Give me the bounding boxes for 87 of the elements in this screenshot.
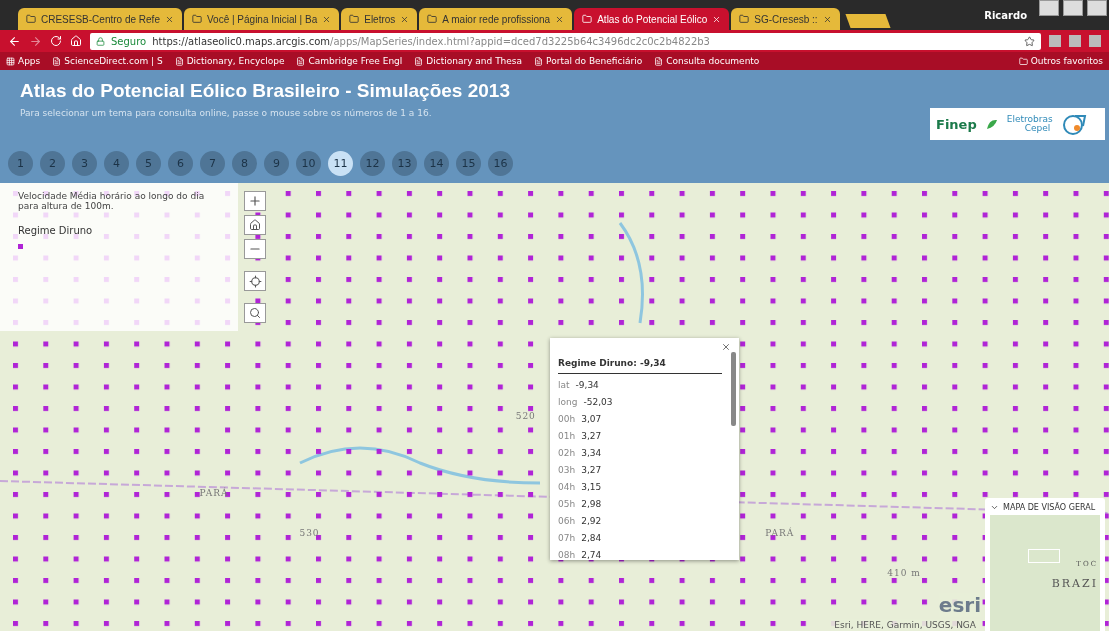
- star-icon[interactable]: [1024, 35, 1035, 47]
- bookmark-link[interactable]: Cambridge Free Engl: [296, 56, 403, 66]
- home-icon[interactable]: [70, 35, 82, 47]
- field-value: 3,27: [581, 431, 602, 442]
- field-label: lat: [558, 380, 570, 391]
- bookmark-link[interactable]: Consulta documento: [654, 56, 760, 66]
- field-label: 07h: [558, 533, 576, 544]
- minimize-button[interactable]: [1039, 0, 1059, 16]
- lock-icon: [96, 36, 105, 46]
- eletrobras-logo: Eletrobras Cepel: [1006, 115, 1053, 133]
- browser-tab[interactable]: Você | Página Inicial | Ba: [183, 8, 340, 30]
- field-label: 01h: [558, 431, 576, 442]
- field-value: -52,03: [583, 397, 613, 408]
- popup-title: Regime Diruno: -9,34: [558, 358, 722, 374]
- plus-icon: [248, 194, 262, 208]
- field-value: 2,84: [581, 533, 602, 544]
- map-attribution: Esri, HERE, Garmin, USGS, NGA: [831, 619, 979, 631]
- apps-grid-icon: [6, 56, 15, 66]
- field-label: 05h: [558, 499, 576, 510]
- field-value: 2,92: [581, 516, 602, 527]
- back-icon[interactable]: [8, 34, 21, 48]
- close-icon[interactable]: [555, 14, 565, 24]
- field-value: 2,74: [581, 550, 602, 560]
- secure-label: Seguro: [111, 35, 147, 47]
- map-label: 410 m: [887, 568, 921, 579]
- search-icon: [249, 307, 261, 319]
- close-icon[interactable]: [322, 14, 332, 24]
- crosshair-icon: [248, 274, 262, 288]
- field-value: 3,15: [581, 482, 602, 493]
- browser-tab[interactable]: SG-Cresesb ::: [731, 8, 840, 30]
- forward-icon[interactable]: [29, 34, 42, 48]
- field-label: long: [558, 397, 578, 408]
- bookmark-link[interactable]: Apps: [6, 56, 41, 66]
- close-icon[interactable]: [822, 14, 832, 24]
- field-value: 2,98: [581, 499, 602, 510]
- bookmark-link[interactable]: ScienceDirect.com | S: [52, 56, 163, 66]
- field-value: -9,34: [575, 380, 599, 391]
- page-subtitle: Para selecionar um tema para consulta online, passe o mouse sobre os números de 1 a 16.: [20, 108, 433, 118]
- field-value: 3,07: [581, 414, 602, 425]
- new-tab-button[interactable]: [845, 14, 891, 28]
- bookmark-folder[interactable]: Outros favoritos: [1018, 56, 1103, 66]
- finep-logo: Finep: [936, 116, 977, 132]
- field-label: 02h: [558, 448, 576, 459]
- close-button[interactable]: [721, 342, 731, 352]
- address-field[interactable]: Seguro https://atlaseolic0.maps.arcgis.com/apps/MapSeries/index.html?appid=dced7d3225b64c3496dc2c0c2b4822b3: [90, 32, 1041, 50]
- map-label: 530: [299, 527, 320, 538]
- leaf-icon: [984, 117, 999, 131]
- home-button[interactable]: [244, 215, 266, 235]
- field-value: 3,27: [581, 465, 602, 476]
- search-button[interactable]: [244, 303, 266, 323]
- close-icon[interactable]: [400, 14, 410, 24]
- scrollbar-thumb[interactable]: [731, 352, 736, 426]
- field-value: 3,34: [581, 448, 602, 459]
- reload-icon[interactable]: [50, 35, 62, 47]
- page-title: Atlas do Potencial Eólico Brasileiro - Simulações 2013: [20, 80, 511, 102]
- close-icon: [721, 342, 731, 352]
- field-label: 03h: [558, 465, 576, 476]
- browser-tab[interactable]: Atlas do Potencial Eólico: [574, 8, 730, 30]
- chevron-icon: [990, 503, 999, 512]
- map-label: 520: [515, 411, 536, 422]
- map-label: PARÁ: [765, 527, 795, 538]
- legend-title: Regime Diruno: [18, 225, 94, 236]
- theme-number-button[interactable]: 11: [328, 151, 353, 176]
- folder-icon: [1018, 56, 1028, 66]
- browser-tab[interactable]: Eletros: [341, 8, 418, 30]
- close-icon[interactable]: [164, 14, 174, 24]
- profile-name[interactable]: Ricardo: [974, 9, 1037, 21]
- url-text: https://atlaseolic0.maps.arcgis.com/apps/MapSeries/index.html?appid=dced7d3225b64c3496dc2c0c2b4822b3: [152, 35, 710, 47]
- bookmark-link[interactable]: Dictionary and Thesa: [414, 56, 523, 66]
- browser-tab[interactable]: CRESESB-Centro de Refe: [18, 8, 182, 30]
- overview-toggle[interactable]: MAPA DE VISÃO GERAL: [990, 503, 1100, 512]
- locate-button[interactable]: [244, 271, 266, 291]
- home-icon: [249, 219, 261, 231]
- legend-description: Velocidade Média horário ao longo do dia para altura de 100m.: [18, 191, 206, 211]
- globe-arrow-icon: [1060, 112, 1087, 136]
- map-label: PARÁ: [199, 487, 229, 498]
- close-icon[interactable]: [712, 14, 722, 24]
- field-label: 08h: [558, 550, 576, 560]
- bookmark-link[interactable]: Portal do Beneficiário: [534, 56, 643, 66]
- map-label: BRAZI: [1051, 577, 1098, 590]
- maximize-button[interactable]: [1063, 0, 1083, 16]
- bookmark-link[interactable]: Dictionary, Encyclope: [174, 56, 285, 66]
- field-label: 06h: [558, 516, 576, 527]
- browser-tab[interactable]: A maior rede profissiona: [419, 8, 573, 30]
- field-label: 00h: [558, 414, 576, 425]
- close-window-button[interactable]: [1087, 0, 1107, 16]
- field-label: 04h: [558, 482, 576, 493]
